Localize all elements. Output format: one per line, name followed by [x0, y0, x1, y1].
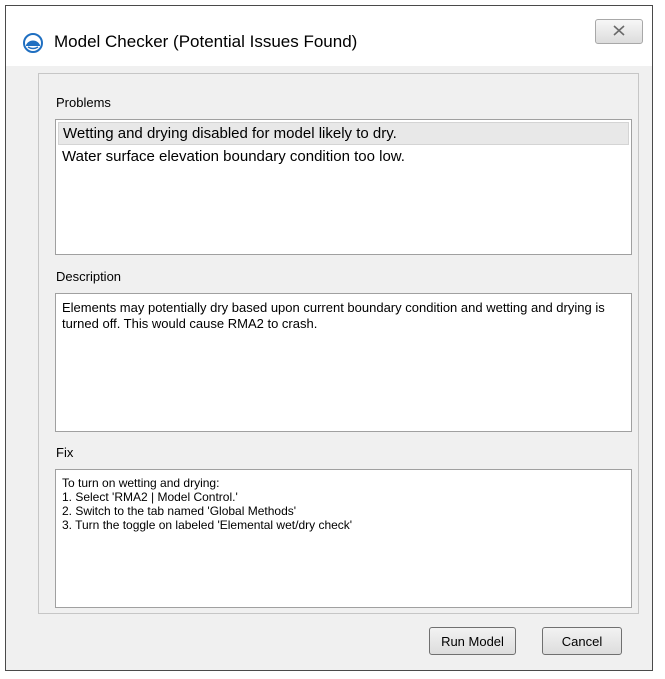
- globe-water-icon: [23, 33, 43, 53]
- fix-text: To turn on wetting and drying: 1. Select…: [62, 476, 625, 532]
- problems-label: Problems: [56, 95, 111, 110]
- description-box[interactable]: Elements may potentially dry based upon …: [55, 293, 632, 432]
- content-panel: Problems Wetting and drying disabled for…: [38, 73, 639, 614]
- close-button[interactable]: [595, 19, 643, 44]
- window-title: Model Checker (Potential Issues Found): [54, 32, 358, 51]
- fix-line: 1. Select 'RMA2 | Model Control.': [62, 490, 238, 504]
- cancel-button[interactable]: Cancel: [542, 627, 622, 655]
- description-label: Description: [56, 269, 122, 284]
- problems-list[interactable]: Wetting and drying disabled for model li…: [55, 119, 632, 255]
- problem-text: Water surface elevation boundary conditi…: [62, 148, 405, 165]
- fix-line: To turn on wetting and drying:: [62, 476, 220, 490]
- description-text: Elements may potentially dry based upon …: [62, 300, 605, 331]
- model-checker-dialog: Model Checker (Potential Issues Found) P…: [5, 5, 653, 671]
- close-icon: [613, 23, 625, 41]
- list-item[interactable]: Water surface elevation boundary conditi…: [58, 146, 629, 169]
- fix-line: 2. Switch to the tab named 'Global Metho…: [62, 504, 297, 518]
- list-item[interactable]: Wetting and drying disabled for model li…: [58, 122, 629, 145]
- fix-box[interactable]: To turn on wetting and drying: 1. Select…: [55, 469, 632, 608]
- fix-label: Fix: [56, 445, 74, 460]
- fix-line: 3. Turn the toggle on labeled 'Elemental…: [62, 518, 353, 532]
- title-bar: Model Checker (Potential Issues Found): [6, 6, 652, 66]
- problem-text: Wetting and drying disabled for model li…: [63, 125, 397, 142]
- run-model-button[interactable]: Run Model: [429, 627, 516, 655]
